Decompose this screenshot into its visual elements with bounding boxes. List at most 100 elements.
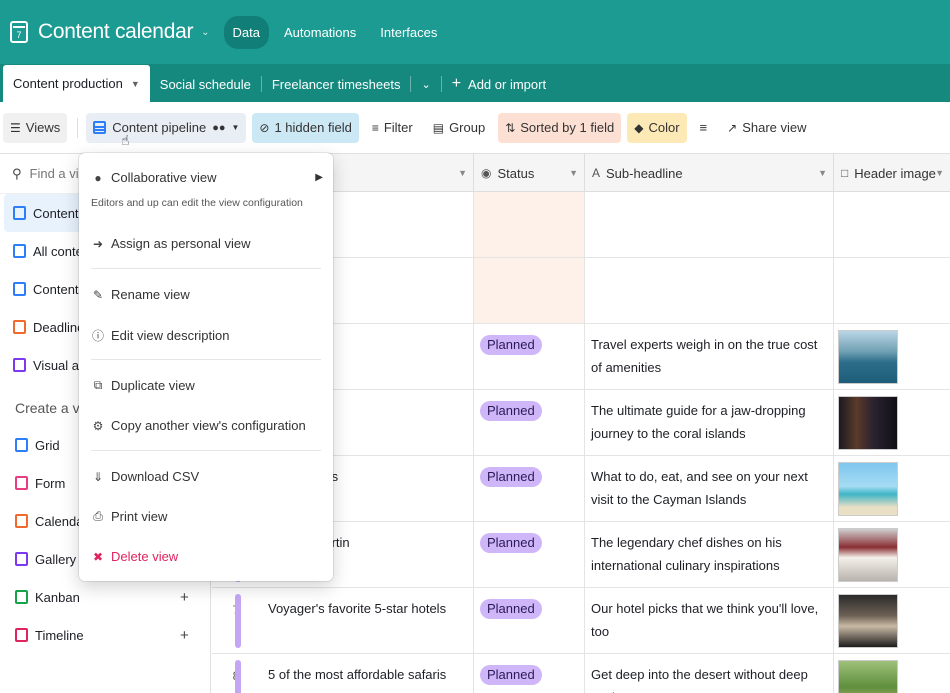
share-view-label: Share view: [742, 120, 807, 135]
group-icon: ▤: [432, 120, 445, 135]
cell-subheadline[interactable]: Get deep into the desert without deep po…: [585, 654, 834, 693]
image-thumbnail[interactable]: [838, 330, 898, 384]
create-timeline-view[interactable]: Timeline +: [0, 616, 210, 654]
image-thumbnail[interactable]: [838, 660, 898, 693]
status-badge: Planned: [480, 665, 542, 685]
menu-item-label: Duplicate view: [111, 378, 195, 393]
tab-automations[interactable]: Automations: [275, 16, 365, 49]
current-view-button[interactable]: Content pipeline ●● ▼: [86, 112, 247, 143]
row-height-button[interactable]: ≡: [693, 113, 715, 143]
tab-interfaces[interactable]: Interfaces: [371, 16, 446, 49]
menu-edit-description[interactable]: ⓘ Edit view description: [91, 327, 321, 344]
chevron-right-icon[interactable]: ▶: [315, 172, 323, 183]
hidden-fields-label: 1 hidden field: [274, 120, 352, 135]
cell-header-image[interactable]: [834, 390, 950, 455]
cell-header-image[interactable]: [834, 456, 950, 521]
paint-bucket-icon: ◆: [634, 120, 644, 135]
table-tab-content-production[interactable]: Content production ▼: [3, 65, 150, 102]
table-tab-freelancer-timesheets[interactable]: Freelancer timesheets: [262, 66, 411, 102]
sort-label: Sorted by 1 field: [520, 120, 615, 135]
cell-header-image[interactable]: [834, 588, 950, 653]
menu-copy-configuration[interactable]: ⚙ Copy another view's configuration: [91, 418, 321, 433]
base-title[interactable]: Content calendar: [38, 20, 193, 44]
chevron-down-icon[interactable]: ▼: [458, 168, 467, 178]
menu-divider: [91, 359, 321, 360]
attachment-icon: □: [841, 166, 849, 180]
cell-header-image[interactable]: [834, 258, 950, 323]
add-or-import-button[interactable]: + Add or import: [442, 66, 556, 102]
sort-icon: ⇅: [505, 120, 516, 135]
pencil-icon: ✎: [92, 287, 104, 302]
sort-button[interactable]: ⇅ Sorted by 1 field: [498, 112, 622, 143]
cell-subheadline[interactable]: Travel experts weigh in on the true cost…: [585, 324, 834, 389]
column-header-status[interactable]: ◉ Status ▼: [474, 154, 585, 192]
cell-header-image[interactable]: [834, 522, 950, 587]
chevron-down-icon[interactable]: ⌄: [201, 27, 209, 38]
menu-item-label: Rename view: [111, 287, 190, 302]
cell-subheadline[interactable]: Our hotel picks that we think you'll lov…: [585, 588, 834, 653]
gear-icon: ⚙: [92, 418, 104, 433]
cell-subheadline[interactable]: The legendary chef dishes on his interna…: [585, 522, 834, 587]
cell-header-image[interactable]: [834, 192, 950, 257]
table-row[interactable]: 7Voyager's favorite 5-star hotelsPlanned…: [212, 588, 950, 654]
plus-icon[interactable]: +: [180, 589, 189, 606]
cell-status[interactable]: [474, 258, 585, 323]
status-badge: Planned: [480, 467, 542, 487]
more-tables-chevron-icon[interactable]: ⌄: [411, 66, 440, 102]
cell-status[interactable]: Planned: [474, 522, 585, 587]
menu-assign-personal[interactable]: ➜ Assign as personal view: [91, 236, 321, 251]
image-thumbnail[interactable]: [838, 462, 898, 516]
cell-subheadline[interactable]: [585, 258, 834, 323]
status-badge: Planned: [480, 599, 542, 619]
color-button[interactable]: ◆ Color: [627, 112, 687, 143]
cell-subheadline[interactable]: The ultimate guide for a jaw-dropping jo…: [585, 390, 834, 455]
cell-title[interactable]: Voyager's favorite 5-star hotels: [262, 588, 474, 653]
menu-duplicate-view[interactable]: ⧉ Duplicate view: [91, 378, 321, 393]
share-view-button[interactable]: ↗ Share view: [720, 113, 813, 143]
cell-title[interactable]: 5 of the most affordable safaris: [262, 654, 474, 693]
hidden-fields-button[interactable]: ⊘ 1 hidden field: [252, 112, 359, 143]
menu-collaborative-view[interactable]: ● Collaborative view: [91, 170, 321, 185]
menu-item-label: Assign as personal view: [111, 236, 251, 251]
cell-status[interactable]: Planned: [474, 324, 585, 389]
views-label: Views: [25, 120, 61, 135]
menu-rename-view[interactable]: ✎ Rename view: [91, 287, 321, 302]
plus-icon[interactable]: +: [180, 627, 189, 644]
chevron-down-icon[interactable]: ▼: [818, 168, 827, 178]
views-button[interactable]: ☰ Views: [3, 112, 68, 143]
cell-status[interactable]: [474, 192, 585, 257]
menu-delete-view[interactable]: ✖ Delete view: [91, 549, 321, 564]
chevron-down-icon[interactable]: ▼: [131, 79, 140, 89]
chevron-down-icon[interactable]: ▼: [935, 168, 944, 178]
menu-item-label: Print view: [111, 509, 168, 524]
column-header-subheadline[interactable]: A Sub-headline ▼: [585, 154, 834, 192]
cell-subheadline[interactable]: What to do, eat, and see on your next vi…: [585, 456, 834, 521]
add-or-import-label: Add or import: [468, 76, 547, 92]
create-kanban-view[interactable]: Kanban +: [0, 578, 210, 616]
image-thumbnail[interactable]: [838, 594, 898, 648]
menu-download-csv[interactable]: ⇓ Download CSV: [91, 469, 321, 484]
cell-status[interactable]: Planned: [474, 456, 585, 521]
menu-print-view[interactable]: ⎙ Print view: [91, 509, 321, 524]
column-header-header-image[interactable]: □ Header image ▼: [834, 154, 950, 192]
cell-subheadline[interactable]: [585, 192, 834, 257]
table-row[interactable]: 85 of the most affordable safarisPlanned…: [212, 654, 950, 693]
image-thumbnail[interactable]: [838, 396, 898, 450]
chevron-down-icon[interactable]: ▼: [569, 168, 578, 178]
table-tab-social-schedule[interactable]: Social schedule: [150, 66, 261, 102]
cell-status[interactable]: Planned: [474, 588, 585, 653]
cell-header-image[interactable]: [834, 324, 950, 389]
cell-header-image[interactable]: [834, 654, 950, 693]
tab-data[interactable]: Data: [223, 15, 269, 49]
view-toolbar: ☰ Views Content pipeline ●● ▼ ⊘ 1 hidden…: [0, 102, 950, 154]
table-tabs-bar: Content production ▼ Social schedule Fre…: [0, 64, 950, 102]
cell-status[interactable]: Planned: [474, 654, 585, 693]
create-view-label: Grid: [35, 437, 60, 453]
cell-status[interactable]: Planned: [474, 390, 585, 455]
group-button[interactable]: ▤ Group: [426, 113, 492, 143]
top-bar: 7 Content calendar ⌄ Data Automations In…: [0, 0, 950, 64]
menu-item-label: Copy another view's configuration: [111, 418, 306, 433]
info-icon: ⓘ: [91, 329, 104, 343]
image-thumbnail[interactable]: [838, 528, 898, 582]
filter-button[interactable]: ≡ Filter: [365, 113, 420, 143]
